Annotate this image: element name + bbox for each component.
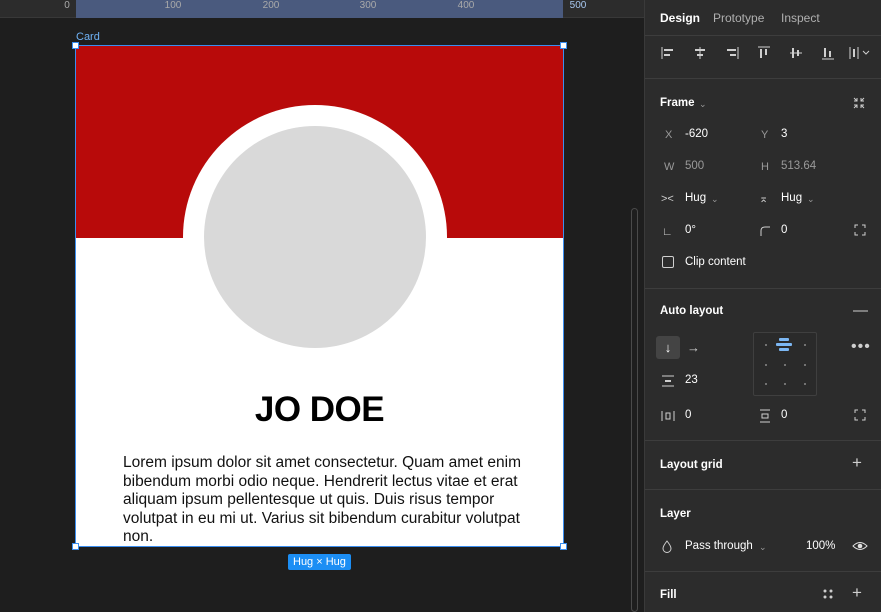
align-horizontal-center-icon[interactable]: [693, 46, 707, 63]
divider: [645, 288, 881, 289]
ruler-tick: 400: [457, 0, 475, 11]
alignment-grid[interactable]: [753, 332, 817, 396]
clip-content-label[interactable]: Clip content: [685, 256, 746, 268]
auto-layout-section-title[interactable]: Auto layout: [660, 305, 723, 317]
y-input[interactable]: 3: [781, 128, 787, 140]
layer-section-title[interactable]: Layer: [660, 508, 691, 520]
vertical-padding-icon: [758, 409, 772, 426]
divider: [645, 35, 881, 36]
add-fill-icon[interactable]: +: [852, 584, 862, 601]
canvas-scrollbar[interactable]: [631, 208, 638, 612]
width-input[interactable]: 500: [685, 160, 704, 172]
corner-radius-input[interactable]: 0: [781, 224, 787, 236]
height-input[interactable]: 513.64: [781, 160, 816, 172]
remove-auto-layout-icon[interactable]: —: [853, 303, 868, 318]
align-bottom-icon[interactable]: [821, 46, 835, 63]
divider: [645, 78, 881, 79]
individual-padding-icon[interactable]: [854, 409, 866, 424]
ruler-tick: 0: [64, 0, 70, 11]
visibility-eye-icon[interactable]: [852, 539, 868, 556]
blend-mode-select[interactable]: Pass through: [685, 540, 753, 552]
card-frame[interactable]: JO DOE Lorem ipsum dolor sit amet consec…: [76, 46, 563, 546]
chevron-down-icon[interactable]: ⌄: [711, 194, 719, 205]
blend-mode-icon: [662, 540, 672, 556]
ruler-tick: 100: [164, 0, 182, 11]
styles-grid-icon[interactable]: [822, 588, 834, 603]
chevron-down-icon[interactable]: ⌄: [807, 194, 815, 205]
vertical-resizing-icon: ⌅: [759, 193, 769, 205]
distribute-spacing-icon[interactable]: [849, 46, 873, 63]
horizontal-padding-icon: [661, 409, 675, 426]
avatar[interactable]: [204, 126, 426, 348]
tab-inspect[interactable]: Inspect: [781, 11, 820, 25]
divider: [645, 440, 881, 441]
ruler-tick: 300: [359, 0, 377, 11]
spacing-between-icon: [661, 374, 675, 391]
horizontal-ruler: 0 100 200 300 400 500: [0, 0, 644, 18]
horizontal-direction-icon[interactable]: →: [687, 341, 700, 355]
x-label: X: [665, 129, 673, 141]
x-input[interactable]: -620: [685, 128, 708, 140]
ruler-tick: 500: [569, 0, 587, 11]
vertical-padding-input[interactable]: 0: [781, 409, 787, 421]
align-left-icon[interactable]: [661, 46, 675, 63]
ruler-tick: 200: [262, 0, 280, 11]
properties-panel: Design Prototype Inspect Frame ⌄ X -620 …: [644, 0, 881, 612]
chevron-down-icon[interactable]: ⌄: [759, 542, 767, 553]
item-spacing-input[interactable]: 23: [685, 374, 698, 386]
size-badge: Hug × Hug: [288, 554, 351, 570]
layout-grid-section-title[interactable]: Layout grid: [660, 459, 723, 471]
h-label: H: [761, 161, 769, 173]
frame-name-label[interactable]: Card: [76, 31, 100, 43]
align-vertical-center-icon[interactable]: [789, 46, 803, 63]
tab-design[interactable]: Design: [660, 11, 700, 25]
card-name-text[interactable]: JO DOE: [76, 390, 563, 430]
align-top-icon[interactable]: [757, 46, 771, 63]
width-mode-select[interactable]: Hug: [685, 192, 706, 204]
clip-content-checkbox[interactable]: [662, 256, 674, 268]
divider: [645, 489, 881, 490]
tab-prototype[interactable]: Prototype: [713, 11, 764, 25]
frame-section-title[interactable]: Frame: [660, 97, 695, 109]
y-label: Y: [761, 129, 769, 141]
vertical-direction-icon[interactable]: ↓: [656, 336, 680, 359]
w-label: W: [664, 161, 675, 173]
rotation-icon: ∟: [662, 226, 673, 238]
fill-section-title[interactable]: Fill: [660, 589, 677, 601]
horizontal-resizing-icon: ><: [661, 193, 674, 205]
rotation-input[interactable]: 0°: [685, 224, 696, 236]
layer-opacity-input[interactable]: 100%: [806, 540, 835, 552]
ruler-selection-range: [76, 0, 563, 18]
corner-radius-icon: [759, 225, 771, 240]
independent-corners-icon[interactable]: [854, 224, 866, 239]
add-layout-grid-icon[interactable]: +: [852, 454, 862, 471]
align-right-icon[interactable]: [725, 46, 739, 63]
horizontal-padding-input[interactable]: 0: [685, 409, 691, 421]
divider: [645, 571, 881, 572]
resize-to-fit-icon[interactable]: [852, 96, 866, 113]
design-canvas[interactable]: 0 100 200 300 400 500 Card JO DOE Lorem …: [0, 0, 644, 612]
chevron-down-icon[interactable]: ⌄: [699, 99, 707, 110]
height-mode-select[interactable]: Hug: [781, 192, 802, 204]
more-options-icon[interactable]: •••: [851, 339, 871, 355]
card-bio-text[interactable]: Lorem ipsum dolor sit amet consectetur. …: [123, 454, 523, 546]
